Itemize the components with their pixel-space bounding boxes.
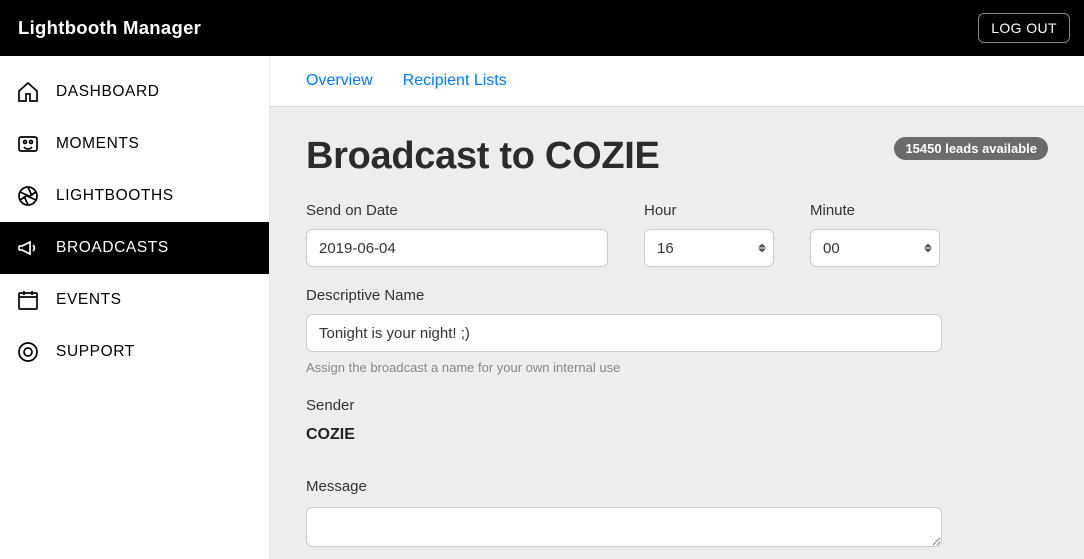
- picture-icon: [16, 132, 40, 156]
- logout-button[interactable]: LOG OUT: [978, 13, 1070, 43]
- lifebuoy-icon: [16, 340, 40, 364]
- sidebar-item-label: BROADCASTS: [56, 239, 169, 257]
- minute-input[interactable]: [810, 229, 940, 267]
- megaphone-icon: [16, 236, 40, 260]
- message-label: Message: [306, 478, 1048, 495]
- main-pane: Overview Recipient Lists Broadcast to CO…: [270, 56, 1084, 559]
- calendar-icon: [16, 288, 40, 312]
- date-label: Send on Date: [306, 202, 608, 219]
- date-input[interactable]: [306, 229, 608, 267]
- descriptive-name-input[interactable]: [306, 314, 942, 352]
- sender-value: COZIE: [306, 426, 1048, 444]
- sidebar-item-lightbooths[interactable]: LIGHTBOOTHS: [0, 170, 269, 222]
- brand-title: Lightbooth Manager: [18, 17, 201, 39]
- sidebar: DASHBOARD MOMENTS LIGHTBOOTHS: [0, 56, 270, 559]
- sidebar-item-label: LIGHTBOOTHS: [56, 187, 174, 205]
- page-title: Broadcast to COZIE: [306, 135, 660, 178]
- sidebar-item-support[interactable]: SUPPORT: [0, 326, 269, 378]
- sidebar-item-dashboard[interactable]: DASHBOARD: [0, 66, 269, 118]
- home-icon: [16, 80, 40, 104]
- tab-recipient-lists[interactable]: Recipient Lists: [403, 72, 507, 90]
- sidebar-item-label: MOMENTS: [56, 135, 139, 153]
- aperture-icon: [16, 184, 40, 208]
- hour-input[interactable]: [644, 229, 774, 267]
- tab-overview[interactable]: Overview: [306, 72, 373, 90]
- sender-label: Sender: [306, 397, 1048, 414]
- top-bar: Lightbooth Manager LOG OUT: [0, 0, 1084, 56]
- name-help-text: Assign the broadcast a name for your own…: [306, 360, 942, 375]
- sidebar-item-label: SUPPORT: [56, 343, 135, 361]
- leads-badge: 15450 leads available: [894, 137, 1048, 160]
- tabs-bar: Overview Recipient Lists: [270, 56, 1084, 107]
- sidebar-item-label: DASHBOARD: [56, 83, 160, 101]
- minute-label: Minute: [810, 202, 940, 219]
- sidebar-item-label: EVENTS: [56, 291, 122, 309]
- message-textarea[interactable]: [306, 507, 942, 547]
- name-label: Descriptive Name: [306, 287, 942, 304]
- sidebar-item-moments[interactable]: MOMENTS: [0, 118, 269, 170]
- sidebar-item-events[interactable]: EVENTS: [0, 274, 269, 326]
- sidebar-item-broadcasts[interactable]: BROADCASTS: [0, 222, 269, 274]
- hour-label: Hour: [644, 202, 774, 219]
